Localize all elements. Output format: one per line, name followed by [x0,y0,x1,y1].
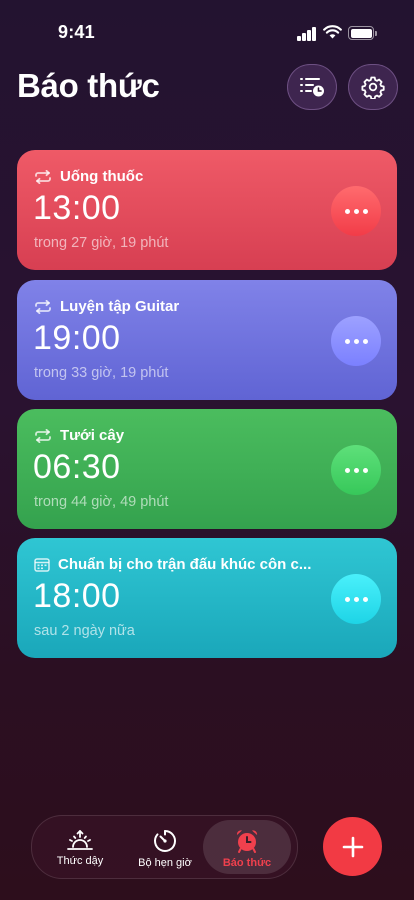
tab-label: Thức dậy [56,855,104,867]
alarm-time: 19:00 [33,319,121,357]
alarm-remaining: trong 27 giờ, 19 phút [34,235,169,251]
alarm-clock-icon [236,830,258,853]
page-title: Báo thức [17,67,160,104]
ellipsis-icon [344,338,368,344]
alarm-more-button[interactable] [331,186,381,236]
status-bar: 9:41 [0,0,414,66]
tab-wake-up[interactable]: Thức dậy [36,820,124,874]
alarm-card[interactable]: Luyện tập Guitar 19:00 trong 33 giờ, 19 … [17,280,397,400]
ellipsis-icon [344,467,368,473]
tab-bar: Thức dậy Bộ hẹn giờ Báo thức [31,815,298,879]
alarm-card[interactable]: Uống thuốc 13:00 trong 27 giờ, 19 phút [17,150,397,270]
gear-icon [361,76,385,99]
alarm-label: Uống thuốc [60,168,144,185]
alarm-label: Tưới cây [60,427,125,444]
alarm-remaining: trong 44 giờ, 49 phút [34,494,169,510]
alarm-label: Luyện tập Guitar [60,298,180,315]
repeat-icon [35,428,51,443]
alarm-time: 13:00 [33,189,121,227]
alarm-card[interactable]: Tưới cây 06:30 trong 44 giờ, 49 phút [17,409,397,529]
settings-button[interactable] [348,64,398,110]
cellular-signal-icon [297,27,317,41]
alarm-remaining: sau 2 ngày nữa [34,623,135,639]
sunrise-icon [67,830,93,850]
wifi-icon [323,25,342,39]
tab-alarm[interactable]: Báo thức [203,820,291,874]
alarm-time: 18:00 [33,577,121,615]
tab-label: Bộ hẹn giờ [138,857,192,869]
alarm-remaining: trong 33 giờ, 19 phút [34,365,169,381]
tab-label: Báo thức [222,857,272,869]
status-time: 9:41 [58,22,95,42]
calendar-icon [34,558,50,572]
repeat-icon [35,299,51,314]
alarm-more-button[interactable] [331,445,381,495]
alarm-more-button[interactable] [331,316,381,366]
battery-icon [348,26,377,40]
timer-icon [154,830,177,852]
tab-timer[interactable]: Bộ hẹn giờ [121,820,209,874]
repeat-icon [35,169,51,184]
add-alarm-button[interactable] [323,817,382,876]
alarm-label: Chuẩn bị cho trận đấu khúc côn c... [58,556,312,573]
ellipsis-icon [344,596,368,602]
plus-icon [342,836,363,857]
alarm-more-button[interactable] [331,574,381,624]
ellipsis-icon [344,208,368,214]
alarm-time: 06:30 [33,448,121,486]
alarm-card[interactable]: Chuẩn bị cho trận đấu khúc côn c... 18:0… [17,538,397,658]
list-clock-icon [300,78,324,97]
alarm-list-history-button[interactable] [287,64,337,110]
